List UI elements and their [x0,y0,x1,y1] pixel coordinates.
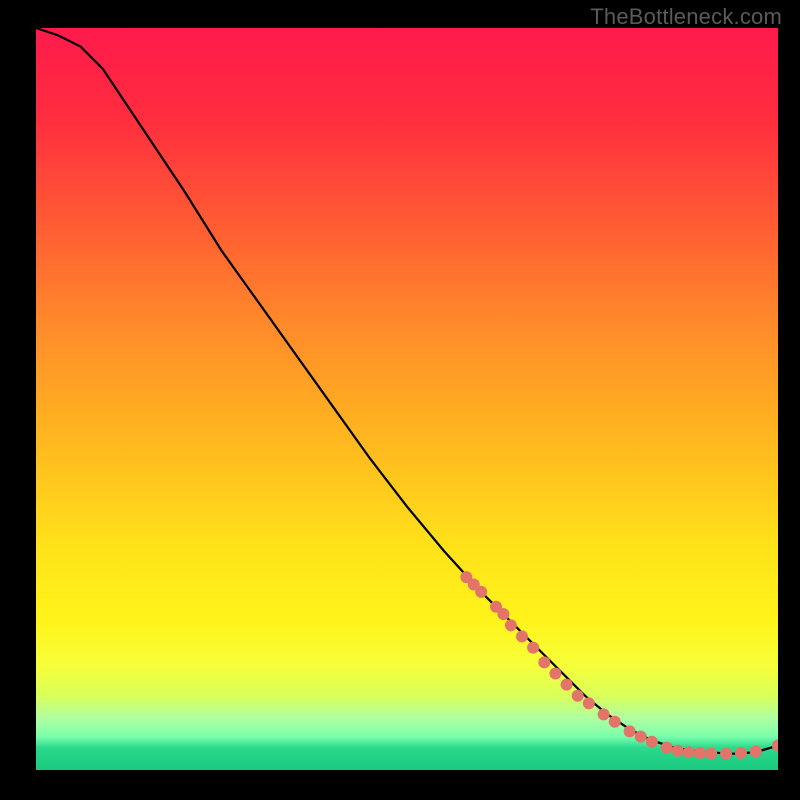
data-marker [735,747,747,759]
data-marker [475,586,487,598]
curve-layer [36,28,778,770]
data-marker [497,608,509,620]
data-marker [583,697,595,709]
data-marker [516,630,528,642]
curve-line [36,28,778,754]
data-marker [609,716,621,728]
data-marker [720,748,732,760]
data-marker [694,747,706,759]
data-marker [624,725,636,737]
data-marker [538,656,550,668]
data-marker [527,642,539,654]
data-marker [705,748,717,760]
data-marker [672,745,684,757]
data-marker [549,668,561,680]
data-marker [505,619,517,631]
data-markers [460,571,778,760]
data-marker [572,690,584,702]
data-marker [661,742,673,754]
data-marker [598,708,610,720]
data-marker [683,746,695,758]
data-marker [772,740,778,752]
chart-stage: TheBottleneck.com [0,0,800,800]
plot-area [36,28,778,770]
data-marker [635,731,647,743]
watermark-text: TheBottleneck.com [590,4,782,30]
data-marker [561,679,573,691]
data-marker [750,745,762,757]
data-marker [646,736,658,748]
